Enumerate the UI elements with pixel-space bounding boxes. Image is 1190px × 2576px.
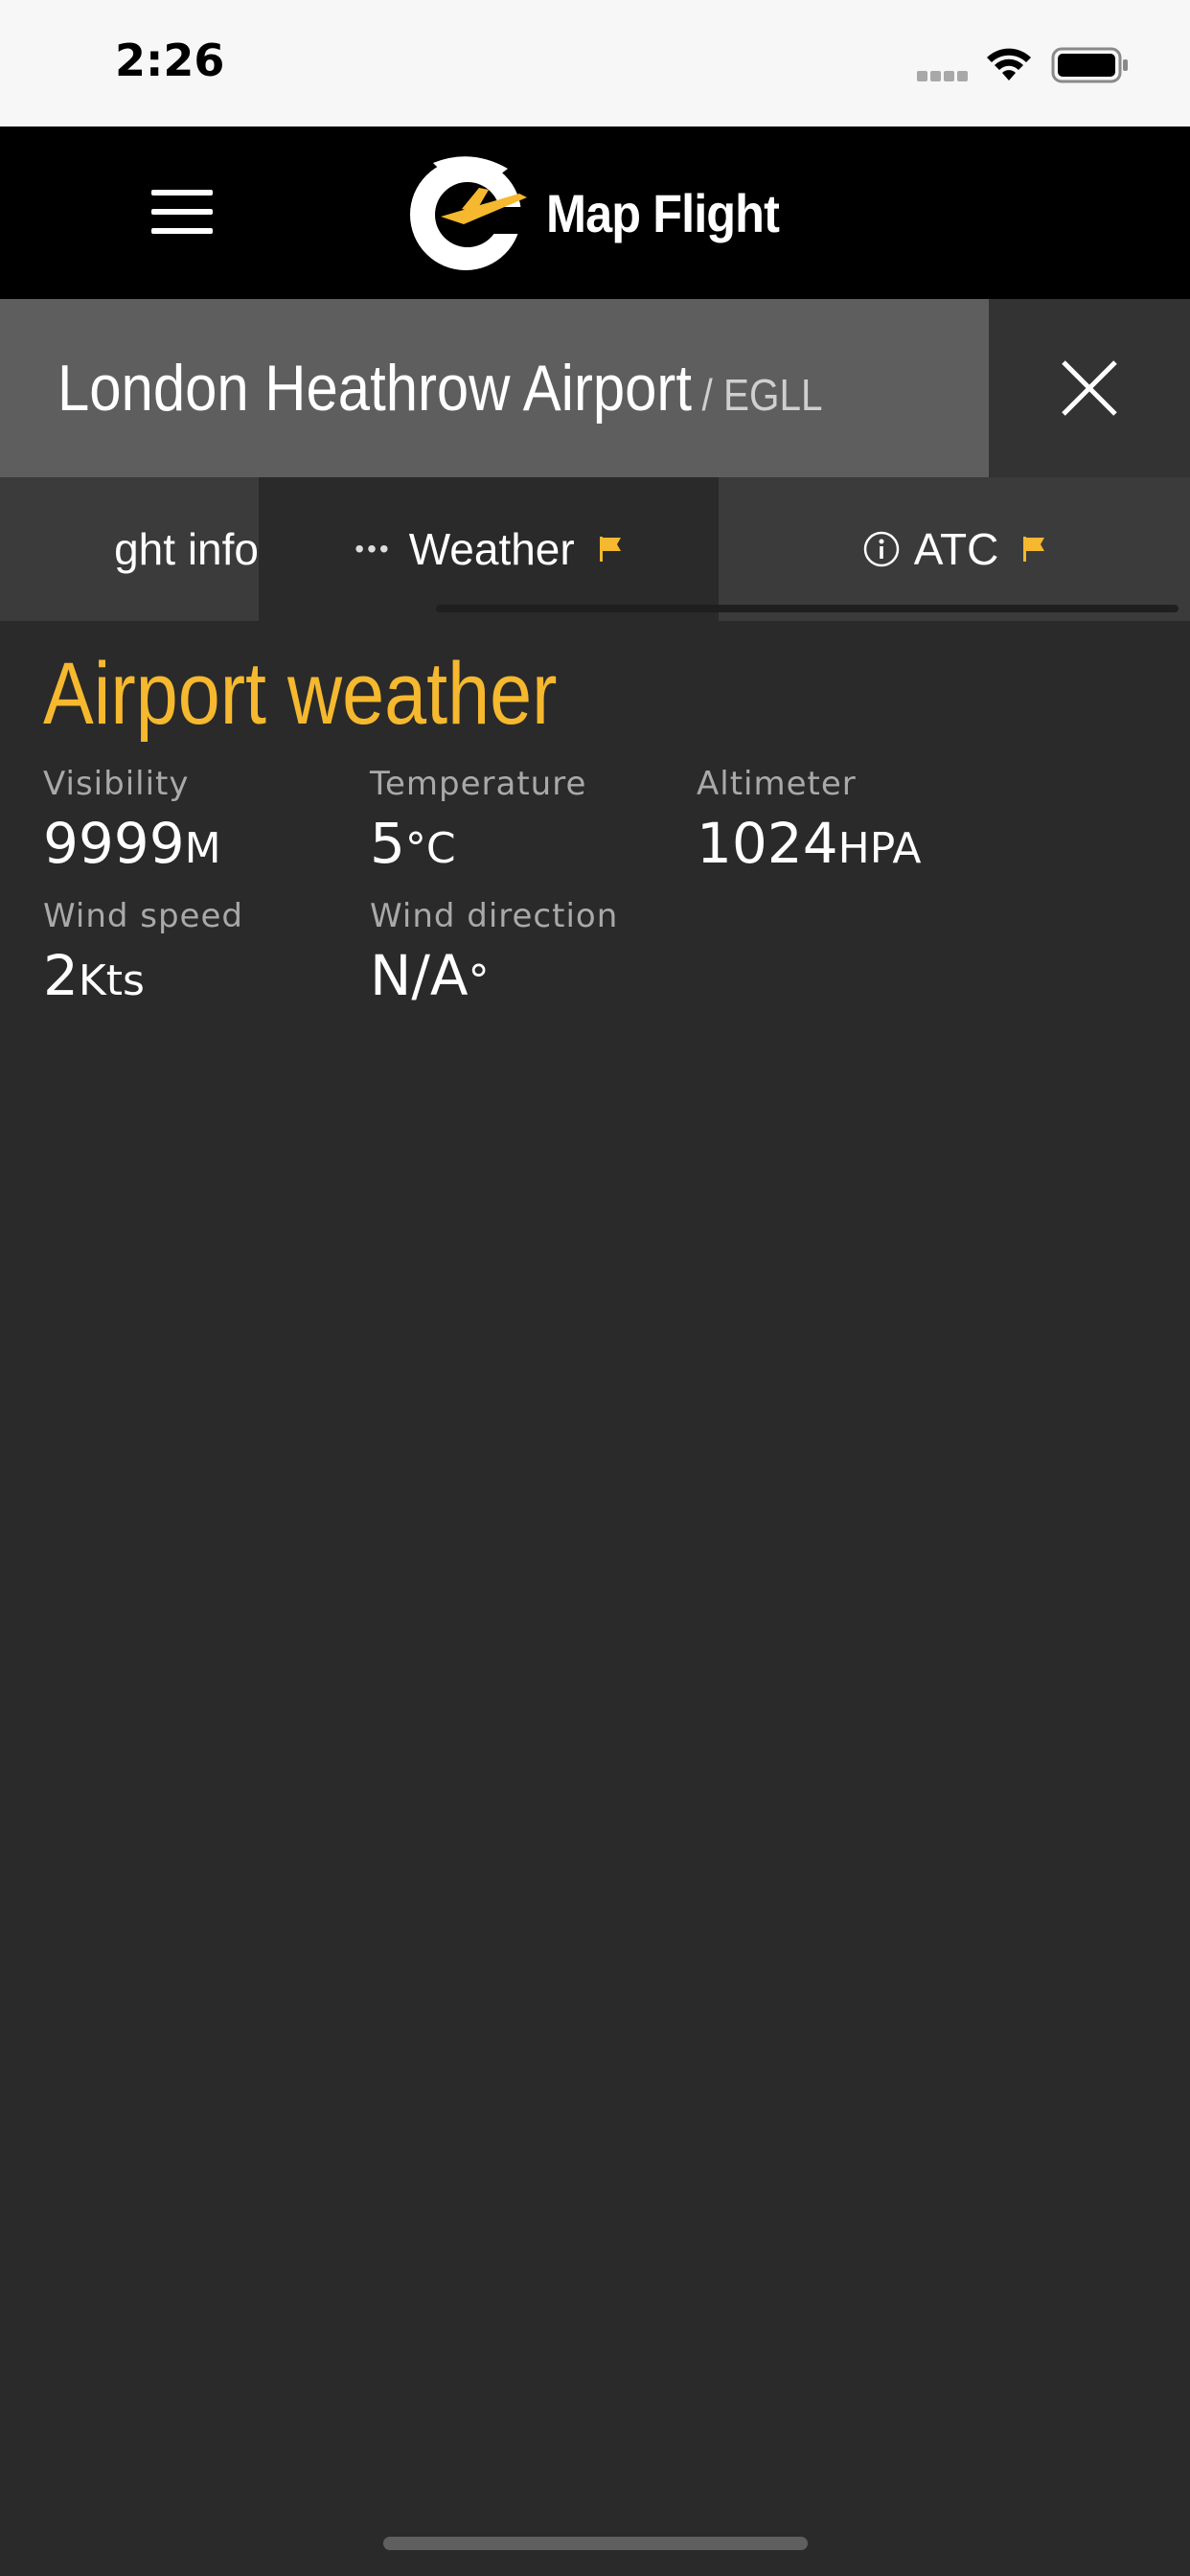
visibility-unit: M bbox=[184, 824, 221, 873]
visibility-value: 9999M bbox=[43, 811, 221, 876]
temperature-metric: Temperature 5°C bbox=[370, 765, 586, 876]
tab-atc-label: ATC bbox=[913, 524, 999, 574]
battery-icon bbox=[1051, 47, 1128, 83]
status-time: 2:26 bbox=[115, 34, 225, 86]
app-logo[interactable]: Map Flight bbox=[404, 150, 805, 276]
signal-icon bbox=[917, 69, 971, 86]
visibility-metric: Visibility 9999M bbox=[43, 765, 221, 876]
flag-icon bbox=[599, 537, 621, 562]
flag-icon bbox=[1023, 537, 1045, 562]
tab-weather-label: Weather bbox=[408, 524, 575, 574]
wifi-icon bbox=[987, 48, 1031, 80]
wind-direction-metric: Wind direction N/A° bbox=[370, 897, 618, 1008]
wind-speed-value: 2Kts bbox=[43, 943, 243, 1008]
tab-bar: ght info ••• Weather ATC bbox=[0, 477, 1190, 621]
tab-flight-info[interactable]: ght info bbox=[0, 477, 259, 621]
temperature-unit: °C bbox=[404, 824, 456, 873]
visibility-label: Visibility bbox=[43, 765, 190, 803]
tab-weather[interactable]: ••• Weather bbox=[259, 477, 719, 621]
altimeter-number: 1024 bbox=[697, 811, 838, 876]
weather-section-title: Airport weather bbox=[43, 645, 558, 743]
wind-direction-unit: ° bbox=[468, 956, 490, 1005]
close-icon bbox=[1062, 360, 1117, 416]
wind-speed-label: Wind speed bbox=[43, 897, 243, 935]
altimeter-label: Altimeter bbox=[697, 765, 857, 803]
hamburger-menu-button[interactable] bbox=[151, 190, 213, 234]
wind-speed-unit: Kts bbox=[78, 956, 145, 1005]
airport-title-bar: London Heathrow Airport / EGLL bbox=[0, 299, 989, 477]
tab-flight-info-label: ght info bbox=[114, 524, 259, 574]
wind-speed-number: 2 bbox=[43, 943, 79, 1008]
airport-code: / EGLL bbox=[701, 370, 823, 420]
dots-icon: ••• bbox=[355, 534, 392, 564]
info-circle-icon bbox=[863, 531, 899, 567]
temperature-number: 5 bbox=[370, 811, 405, 876]
temperature-label: Temperature bbox=[370, 765, 587, 803]
altimeter-value: 1024HPA bbox=[697, 811, 922, 876]
altimeter-metric: Altimeter 1024HPA bbox=[697, 765, 922, 876]
map-flight-logo-icon bbox=[410, 156, 533, 270]
logo-text: Map Flight bbox=[546, 182, 780, 243]
wind-direction-value: N/A° bbox=[370, 943, 618, 1008]
airport-name-text: London Heathrow Airport bbox=[57, 352, 692, 425]
close-button[interactable] bbox=[989, 299, 1190, 477]
status-bar: 2:26 bbox=[0, 0, 1190, 126]
wind-direction-number: N/A bbox=[370, 943, 469, 1008]
tab-atc[interactable]: ATC bbox=[719, 477, 1190, 621]
airport-name: London Heathrow Airport / EGLL bbox=[57, 351, 823, 426]
wind-direction-label: Wind direction bbox=[370, 897, 619, 935]
altimeter-unit: HPA bbox=[837, 824, 922, 873]
visibility-number: 9999 bbox=[43, 811, 185, 876]
tab-scrollbar[interactable] bbox=[436, 605, 1179, 612]
temperature-value: 5°C bbox=[370, 811, 586, 876]
wind-speed-metric: Wind speed 2Kts bbox=[43, 897, 243, 1008]
home-indicator[interactable] bbox=[383, 2537, 808, 2550]
